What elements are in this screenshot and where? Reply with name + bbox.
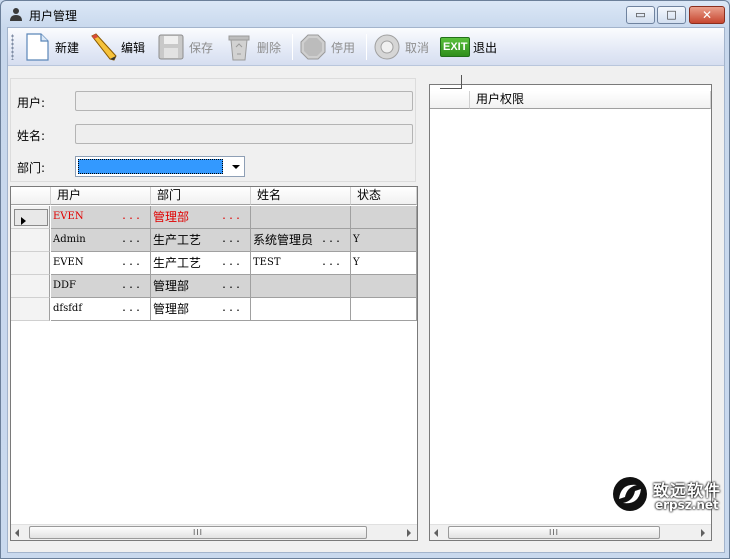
save-disk-icon bbox=[158, 34, 184, 60]
grid-corner-header bbox=[11, 187, 51, 205]
grid-corner-header bbox=[430, 91, 470, 109]
edit-label: 编辑 bbox=[121, 40, 146, 55]
table-row[interactable]: EVEN... 生产工艺... TEST... Y bbox=[11, 252, 417, 275]
scroll-thumb[interactable]: III bbox=[29, 526, 367, 539]
disable-label: 停用 bbox=[331, 40, 356, 55]
watermark-url: erpsz.net bbox=[655, 498, 719, 512]
table-row[interactable]: DDF... 管理部... bbox=[11, 275, 417, 298]
dept-dropdown-button[interactable] bbox=[227, 157, 244, 176]
close-icon: ✕ bbox=[701, 8, 713, 22]
name-input[interactable] bbox=[75, 124, 413, 144]
scroll-thumb[interactable]: III bbox=[448, 526, 660, 539]
window-title: 用户管理 bbox=[29, 9, 78, 23]
cell-dept[interactable]: 管理部... bbox=[151, 206, 251, 229]
cell-status[interactable] bbox=[351, 206, 417, 229]
maximize-button[interactable]: □ bbox=[657, 6, 686, 24]
cell-status[interactable] bbox=[351, 275, 417, 298]
scroll-left-icon[interactable] bbox=[434, 529, 438, 537]
lifebuoy-icon bbox=[374, 34, 400, 60]
maximize-icon: □ bbox=[666, 8, 677, 21]
dept-label: 部门: bbox=[17, 161, 46, 175]
toolbar-grip[interactable] bbox=[11, 34, 14, 60]
new-label: 新建 bbox=[55, 40, 80, 55]
exit-button[interactable]: EXIT 退出 bbox=[440, 30, 497, 64]
new-button[interactable]: 新建 bbox=[22, 30, 79, 64]
permissions-grid[interactable]: 用户权限 III bbox=[429, 75, 712, 541]
scroll-right-icon[interactable] bbox=[407, 529, 411, 537]
title-bar[interactable]: 用户管理 ▭ □ ✕ bbox=[1, 1, 729, 27]
cell-name[interactable] bbox=[251, 298, 351, 321]
swirl-logo-icon bbox=[613, 477, 647, 511]
cell-dept[interactable]: 管理部... bbox=[151, 298, 251, 321]
name-label: 姓名: bbox=[17, 129, 46, 143]
cell-name[interactable]: TEST... bbox=[251, 252, 351, 275]
minimize-icon: ▭ bbox=[635, 8, 646, 21]
column-header-dept[interactable]: 部门 bbox=[151, 187, 251, 205]
cell-user[interactable]: EVEN... bbox=[51, 206, 151, 229]
cell-dept[interactable]: 生产工艺... bbox=[151, 229, 251, 252]
cell-user[interactable]: Admin... bbox=[51, 229, 151, 252]
column-header-user[interactable]: 用户 bbox=[51, 187, 151, 205]
dept-select[interactable] bbox=[75, 156, 245, 177]
table-row[interactable]: dfsfdf... 管理部... bbox=[11, 298, 417, 321]
column-header-name[interactable]: 姓名 bbox=[251, 187, 351, 205]
pencil-icon bbox=[91, 33, 117, 61]
disable-button[interactable]: 停用 bbox=[298, 30, 355, 64]
table-row[interactable]: Admin... 生产工艺... 系统管理员... Y bbox=[11, 229, 417, 252]
toolbar-separator bbox=[292, 34, 293, 60]
user-label: 用户: bbox=[17, 96, 46, 110]
cancel-label: 取消 bbox=[405, 40, 430, 55]
cell-status[interactable] bbox=[351, 298, 417, 321]
cancel-button[interactable]: 取消 bbox=[372, 30, 429, 64]
cell-user[interactable]: DDF... bbox=[51, 275, 151, 298]
save-button[interactable]: 保存 bbox=[156, 30, 213, 64]
edit-button[interactable]: 编辑 bbox=[88, 30, 145, 64]
chevron-down-icon bbox=[232, 165, 240, 169]
row-header[interactable] bbox=[11, 275, 50, 298]
table-row-selected[interactable]: EVEN... 管理部... bbox=[11, 206, 417, 229]
toolbar-separator bbox=[366, 34, 367, 60]
cell-dept[interactable]: 生产工艺... bbox=[151, 252, 251, 275]
new-document-icon bbox=[26, 33, 49, 61]
user-input[interactable] bbox=[75, 91, 413, 111]
column-header-status[interactable]: 状态 bbox=[351, 187, 417, 205]
cell-name[interactable]: 系统管理员... bbox=[251, 229, 351, 252]
cell-dept[interactable]: 管理部... bbox=[151, 275, 251, 298]
delete-label: 删除 bbox=[257, 40, 282, 55]
watermark-logo: 致远软件 erpsz.net bbox=[611, 475, 721, 515]
row-header[interactable] bbox=[11, 229, 50, 252]
cell-name[interactable] bbox=[251, 275, 351, 298]
app-window: 用户管理 ▭ □ ✕ 新建 编辑 保存 删除 停用 取消 EXIT 退出 用户:… bbox=[0, 0, 730, 559]
save-label: 保存 bbox=[189, 40, 214, 55]
cell-status[interactable]: Y bbox=[351, 252, 417, 275]
tree-connector bbox=[440, 75, 462, 89]
delete-button[interactable]: 删除 bbox=[224, 30, 281, 64]
minimize-button[interactable]: ▭ bbox=[626, 6, 655, 24]
cell-user[interactable]: dfsfdf... bbox=[51, 298, 151, 321]
user-form: 用户: 姓名: 部门: bbox=[10, 78, 416, 182]
scroll-right-icon[interactable] bbox=[701, 529, 705, 537]
cell-user[interactable]: EVEN... bbox=[51, 252, 151, 275]
row-header[interactable] bbox=[11, 206, 50, 229]
recycle-bin-icon bbox=[228, 35, 250, 61]
row-header[interactable] bbox=[11, 252, 50, 275]
exit-icon: EXIT bbox=[440, 37, 470, 57]
column-header-permissions[interactable]: 用户权限 bbox=[470, 91, 711, 109]
current-row-arrow-icon bbox=[21, 217, 26, 225]
stop-hexagon-icon bbox=[300, 34, 326, 60]
user-icon bbox=[10, 8, 22, 21]
exit-icon-text: EXIT bbox=[443, 41, 468, 53]
row-header[interactable] bbox=[11, 298, 50, 321]
scroll-left-icon[interactable] bbox=[15, 529, 19, 537]
users-grid[interactable]: 用户 部门 姓名 状态 EVEN... 管理部... Admin... 生产工艺… bbox=[10, 186, 418, 541]
dept-selected-value bbox=[78, 159, 223, 174]
cell-name[interactable] bbox=[251, 206, 351, 229]
cell-status[interactable]: Y bbox=[351, 229, 417, 252]
exit-label: 退出 bbox=[473, 40, 498, 55]
close-button[interactable]: ✕ bbox=[689, 6, 725, 24]
toolbar: 新建 编辑 保存 删除 停用 取消 EXIT 退出 bbox=[8, 28, 724, 66]
permissions-horizontal-scrollbar[interactable]: III bbox=[430, 524, 711, 540]
users-horizontal-scrollbar[interactable]: III bbox=[11, 524, 417, 540]
